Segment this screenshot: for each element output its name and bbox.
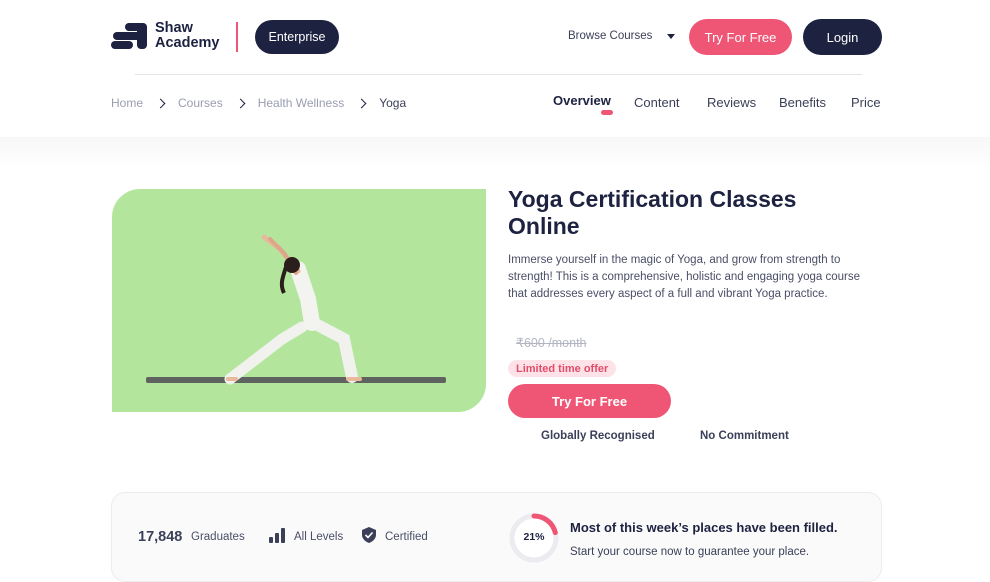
certified-label: Certified bbox=[385, 531, 428, 543]
logo-line-1: Shaw bbox=[155, 20, 193, 36]
globally-recognised-badge: Globally Recognised bbox=[541, 430, 655, 442]
browse-courses-label: Browse Courses bbox=[568, 30, 653, 42]
tab-price[interactable]: Price bbox=[851, 95, 881, 110]
try-for-free-main-button[interactable]: Try For Free bbox=[508, 384, 671, 418]
logo-mark-icon bbox=[111, 22, 149, 50]
enterprise-button[interactable]: Enterprise bbox=[255, 20, 339, 54]
tab-content[interactable]: Content bbox=[634, 95, 680, 110]
levels-label: All Levels bbox=[294, 531, 344, 543]
places-filled-subtitle: Start your course now to guarantee your … bbox=[570, 546, 810, 558]
tab-benefits[interactable]: Benefits bbox=[779, 95, 826, 110]
section-tabs: Overview Content Reviews Benefits Price bbox=[0, 93, 990, 123]
caret-down-icon bbox=[667, 33, 676, 39]
shield-check-icon bbox=[362, 527, 376, 543]
shaw-academy-logo[interactable]: Shaw Academy bbox=[111, 20, 219, 52]
tab-reviews[interactable]: Reviews bbox=[707, 95, 756, 110]
course-stats-card: 17,848 Graduates All Levels Certified 21… bbox=[111, 492, 882, 582]
logo-line-2: Academy bbox=[155, 35, 220, 51]
places-filled-percent: 21% bbox=[523, 531, 545, 543]
header-divider bbox=[236, 22, 238, 52]
active-tab-indicator bbox=[601, 110, 613, 115]
browse-courses-dropdown[interactable]: Browse Courses bbox=[568, 30, 676, 42]
old-price: ₹600 /month bbox=[516, 336, 587, 350]
yoga-course-image bbox=[112, 189, 486, 412]
limited-offer-badge: Limited time offer bbox=[508, 360, 617, 377]
login-button[interactable]: Login bbox=[803, 19, 882, 55]
site-header: Shaw Academy Enterprise Browse Courses T… bbox=[0, 0, 990, 75]
course-subnav: Home Courses Health Wellness Yoga Overvi… bbox=[0, 75, 990, 137]
graduates-label: Graduates bbox=[191, 531, 245, 543]
tab-overview[interactable]: Overview bbox=[553, 93, 611, 108]
course-description: Immerse yourself in the magic of Yoga, a… bbox=[508, 254, 861, 300]
try-for-free-header-button[interactable]: Try For Free bbox=[689, 19, 792, 55]
no-commitment-badge: No Commitment bbox=[700, 430, 789, 442]
yoga-pose-illustration bbox=[146, 234, 446, 385]
level-bars-icon bbox=[269, 528, 285, 543]
places-filled-title: Most of this week’s places have been fil… bbox=[570, 520, 838, 535]
course-title: Yoga Certification Classes Online bbox=[508, 186, 797, 239]
section-band bbox=[0, 137, 990, 167]
logo-wordmark: Shaw Academy bbox=[155, 21, 219, 51]
graduates-count: 17,848 bbox=[138, 529, 183, 545]
